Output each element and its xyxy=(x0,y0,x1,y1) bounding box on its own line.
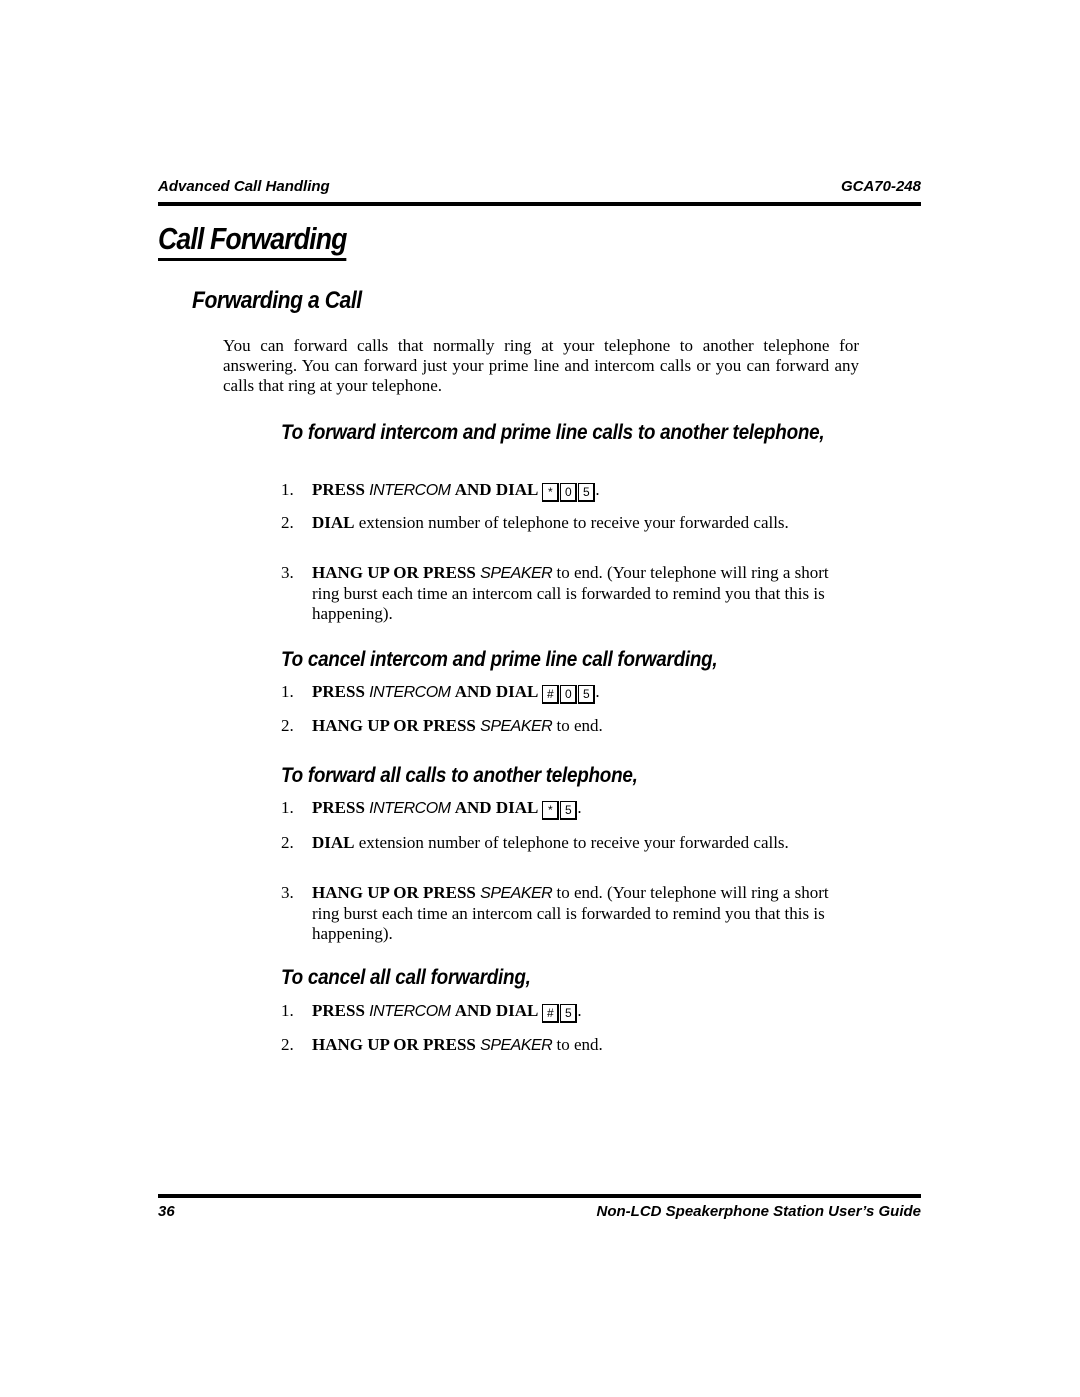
procedure-heading: To cancel all call forwarding, xyxy=(281,966,531,989)
step-action: DIAL xyxy=(312,513,355,532)
step-text: to end. xyxy=(552,1035,603,1054)
procedure-step: 2. HANG UP OR PRESS SPEAKER to end. xyxy=(281,1035,841,1056)
step-tail: . xyxy=(595,480,600,499)
page-number: 36 xyxy=(158,1203,175,1220)
header-section-name: Advanced Call Handling xyxy=(158,178,330,195)
procedure-step: 2. DIAL extension number of telephone to… xyxy=(281,833,841,853)
step-action: AND DIAL xyxy=(454,682,539,701)
step-number: 1. xyxy=(281,682,294,701)
procedure-heading: To forward intercom and prime line calls… xyxy=(281,421,825,444)
procedure-step: 1. PRESS INTERCOM AND DIAL * 5. xyxy=(281,798,841,820)
procedure-step: 1. PRESS INTERCOM AND DIAL #0 5. xyxy=(281,682,841,704)
step-number: 2. xyxy=(281,833,294,852)
step-text: to end. xyxy=(552,716,603,735)
step-key-name: INTERCOM xyxy=(369,800,451,817)
procedure-step: 3. HANG UP OR PRESS SPEAKER to end. (You… xyxy=(281,563,841,624)
dial-key-5: 5 xyxy=(560,1004,578,1023)
step-tail: . xyxy=(577,1001,582,1020)
step-action: HANG UP OR PRESS xyxy=(312,716,476,735)
step-action: HANG UP OR PRESS xyxy=(312,1035,476,1054)
procedure-heading: To forward all calls to another telephon… xyxy=(281,764,638,787)
step-action: AND DIAL xyxy=(454,798,539,817)
step-action: AND DIAL xyxy=(454,480,539,499)
step-key-name: SPEAKER xyxy=(480,885,553,902)
step-number: 1. xyxy=(281,1001,294,1020)
running-footer: 36 Non-LCD Speakerphone Station User’s G… xyxy=(158,1194,921,1224)
dial-key-0: 0 xyxy=(560,685,578,704)
dial-keys: * 0 5 xyxy=(542,483,596,502)
step-number: 3. xyxy=(281,563,294,582)
footer-doc-title: Non-LCD Speakerphone Station User’s Guid… xyxy=(596,1203,922,1220)
step-action: PRESS xyxy=(312,682,365,701)
dial-key-star: * xyxy=(542,801,560,820)
section-title: Forwarding a Call xyxy=(192,287,362,314)
procedure-step: 1. PRESS INTERCOM AND DIAL #5. xyxy=(281,1001,841,1023)
running-header: Advanced Call Handling GCA70-248 xyxy=(158,176,921,206)
step-action: AND DIAL xyxy=(454,1001,539,1020)
dial-keys: #5 xyxy=(542,1004,578,1023)
dial-key-5: 5 xyxy=(578,483,596,502)
step-action: HANG UP OR PRESS xyxy=(312,883,476,902)
step-key-name: INTERCOM xyxy=(369,1003,451,1020)
step-number: 1. xyxy=(281,480,294,499)
dial-keys: #0 5 xyxy=(542,685,596,704)
step-tail: . xyxy=(595,682,600,701)
step-text: extension number of telephone to receive… xyxy=(354,513,789,532)
dial-keys: * 5 xyxy=(542,801,578,820)
dial-key-5: 5 xyxy=(578,685,596,704)
procedure-step: 3. HANG UP OR PRESS SPEAKER to end. (You… xyxy=(281,883,841,944)
dial-key-5: 5 xyxy=(560,801,578,820)
dial-key-pound: # xyxy=(542,1004,560,1023)
step-key-name: SPEAKER xyxy=(480,718,553,735)
step-action: DIAL xyxy=(312,833,355,852)
header-doc-code: GCA70-248 xyxy=(840,178,921,195)
step-number: 2. xyxy=(281,1035,294,1054)
dial-key-0: 0 xyxy=(560,483,578,502)
step-tail: . xyxy=(577,798,582,817)
step-action: HANG UP OR PRESS xyxy=(312,563,476,582)
step-key-name: INTERCOM xyxy=(369,684,451,701)
step-number: 1. xyxy=(281,798,294,817)
procedure-heading: To cancel intercom and prime line call f… xyxy=(281,648,718,671)
dial-key-star: * xyxy=(542,483,560,502)
procedure-step: 1. PRESS INTERCOM AND DIAL * 0 5. xyxy=(281,480,841,502)
dial-key-pound: # xyxy=(542,685,560,704)
procedure-step: 2. HANG UP OR PRESS SPEAKER to end. xyxy=(281,716,841,737)
step-action: PRESS xyxy=(312,1001,365,1020)
chapter-title: Call Forwarding xyxy=(158,220,347,261)
step-text: extension number of telephone to receive… xyxy=(354,833,789,852)
step-number: 3. xyxy=(281,883,294,902)
step-key-name: SPEAKER xyxy=(480,1037,553,1054)
step-action: PRESS xyxy=(312,798,365,817)
step-key-name: SPEAKER xyxy=(480,565,553,582)
step-key-name: INTERCOM xyxy=(369,482,451,499)
step-action: PRESS xyxy=(312,480,365,499)
procedure-step: 2. DIAL extension number of telephone to… xyxy=(281,513,841,533)
step-number: 2. xyxy=(281,716,294,735)
intro-paragraph: You can forward calls that normally ring… xyxy=(223,336,859,395)
document-page: Advanced Call Handling GCA70-248 Call Fo… xyxy=(0,0,1080,1397)
step-number: 2. xyxy=(281,513,294,532)
